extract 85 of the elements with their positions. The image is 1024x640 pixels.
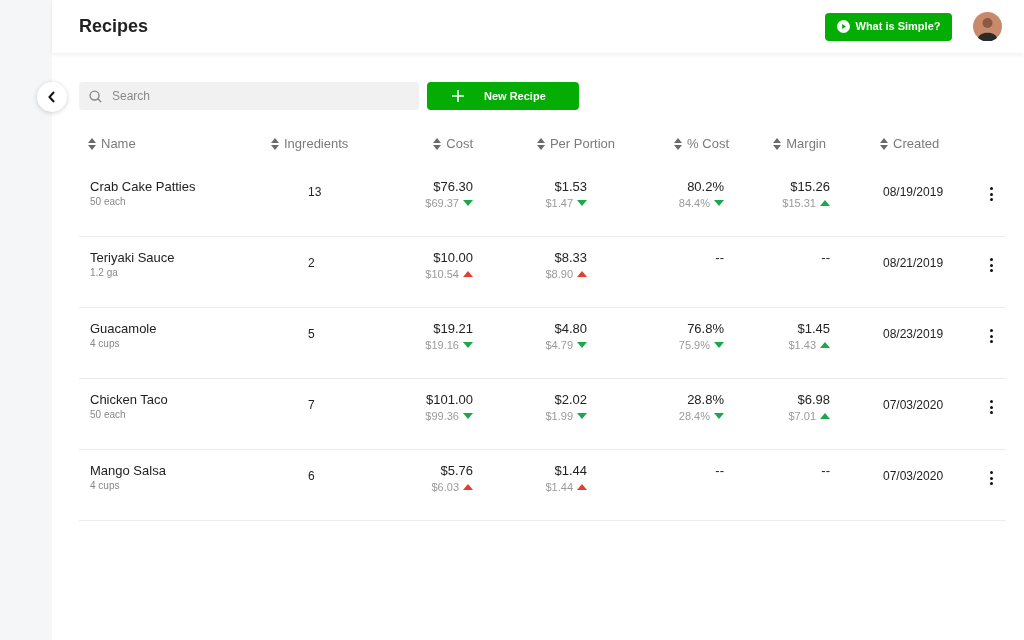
value-text: -- xyxy=(715,463,724,479)
yield-text: 1.2 ga xyxy=(90,266,119,280)
previous-value-text: 28.4% xyxy=(678,409,710,423)
previous-value-text: $7.01 xyxy=(788,409,816,423)
recipe-name[interactable]: Mango Salsa xyxy=(90,463,259,479)
search-field[interactable]: Search xyxy=(79,82,419,110)
created-date: 08/19/2019 xyxy=(883,185,944,199)
sort-icon xyxy=(433,138,442,150)
value-text: -- xyxy=(821,250,830,266)
chevron-left-icon xyxy=(48,91,56,103)
value-text: $2.02 xyxy=(554,392,587,408)
collapse-button[interactable] xyxy=(37,82,67,112)
value-text: $19.21 xyxy=(433,321,473,337)
more-icon[interactable] xyxy=(989,187,993,201)
page-title: Recipes xyxy=(79,15,149,38)
value-text: -- xyxy=(715,250,724,266)
plus-icon xyxy=(452,90,464,102)
previous-value-text: $1.44 xyxy=(545,480,573,494)
previous-value-text: 84.4% xyxy=(678,196,710,210)
column-header[interactable]: Ingredients xyxy=(284,134,349,154)
value-text: 76.8% xyxy=(687,321,724,337)
sort-icon xyxy=(674,138,683,150)
recipe-name[interactable]: Chicken Taco xyxy=(90,392,259,408)
created-date: 08/23/2019 xyxy=(883,327,944,341)
sort-icon xyxy=(271,138,279,150)
previous-value-text: $10.54 xyxy=(425,267,459,281)
search-icon xyxy=(89,90,102,103)
yield-text: 50 each xyxy=(90,408,127,422)
column-header[interactable]: Created xyxy=(893,134,940,154)
more-icon[interactable] xyxy=(989,258,993,272)
created-date: 07/03/2020 xyxy=(883,469,944,483)
more-icon[interactable] xyxy=(989,400,993,414)
recipe-name[interactable]: Crab Cake Patties xyxy=(90,179,259,195)
value-text: $4.80 xyxy=(554,321,587,337)
value-text: $8.33 xyxy=(554,250,587,266)
column-header[interactable]: Margin xyxy=(786,134,826,154)
column-header[interactable]: Name xyxy=(101,134,136,154)
created-date: 08/21/2019 xyxy=(883,256,944,270)
value-text: $1.45 xyxy=(797,321,830,337)
sort-icon xyxy=(773,138,782,150)
value-text: $1.44 xyxy=(554,463,587,479)
play-icon xyxy=(836,20,850,33)
yield-text: 50 each xyxy=(90,195,127,209)
previous-value-text: 75.9% xyxy=(678,338,710,352)
column-header[interactable]: Per Portion xyxy=(549,134,615,154)
previous-value-text: $6.03 xyxy=(431,480,459,494)
previous-value-text: $69.37 xyxy=(425,196,459,210)
value-text: -- xyxy=(821,463,830,479)
column-header[interactable]: % Cost xyxy=(687,134,729,154)
previous-value-text: $1.99 xyxy=(545,409,573,423)
created-date: 07/03/2020 xyxy=(883,398,944,412)
more-icon[interactable] xyxy=(989,329,993,343)
value-text: $76.30 xyxy=(433,179,473,195)
previous-value-text: $19.16 xyxy=(425,338,459,352)
yield-text: 4 cups xyxy=(90,479,121,493)
ingredients-count: 6 xyxy=(308,469,315,483)
ingredients-count: 7 xyxy=(308,398,315,412)
ingredients-count: 13 xyxy=(308,185,322,199)
recipe-name[interactable]: Guacamole xyxy=(90,321,259,337)
ingredients-count: 5 xyxy=(308,327,315,341)
yield-text: 4 cups xyxy=(90,337,121,351)
value-text: $6.98 xyxy=(797,392,830,408)
recipe-name[interactable]: Teriyaki Sauce xyxy=(90,250,259,266)
avatar[interactable] xyxy=(973,12,1002,41)
new-recipe-button[interactable]: New Recipe xyxy=(427,82,579,110)
value-text: $101.00 xyxy=(426,392,473,408)
value-text: 28.8% xyxy=(687,392,724,408)
value-text: 80.2% xyxy=(687,179,724,195)
previous-value-text: $1.43 xyxy=(788,338,816,352)
help-button[interactable]: What is Simple? xyxy=(825,12,952,41)
sort-icon xyxy=(880,138,888,150)
previous-value-text: $1.47 xyxy=(545,196,573,210)
value-text: $5.76 xyxy=(440,463,473,479)
sort-icon xyxy=(88,138,96,150)
value-text: $15.26 xyxy=(790,179,830,195)
ingredients-count: 2 xyxy=(308,256,315,270)
column-header[interactable]: Cost xyxy=(446,134,473,154)
value-text: $1.53 xyxy=(554,179,587,195)
previous-value-text: $99.36 xyxy=(425,409,459,423)
previous-value-text: $15.31 xyxy=(782,196,816,210)
more-icon[interactable] xyxy=(989,471,993,485)
sort-icon xyxy=(536,138,545,150)
value-text: $10.00 xyxy=(433,250,473,266)
previous-value-text: $8.90 xyxy=(545,267,573,281)
previous-value-text: $4.79 xyxy=(545,338,573,352)
